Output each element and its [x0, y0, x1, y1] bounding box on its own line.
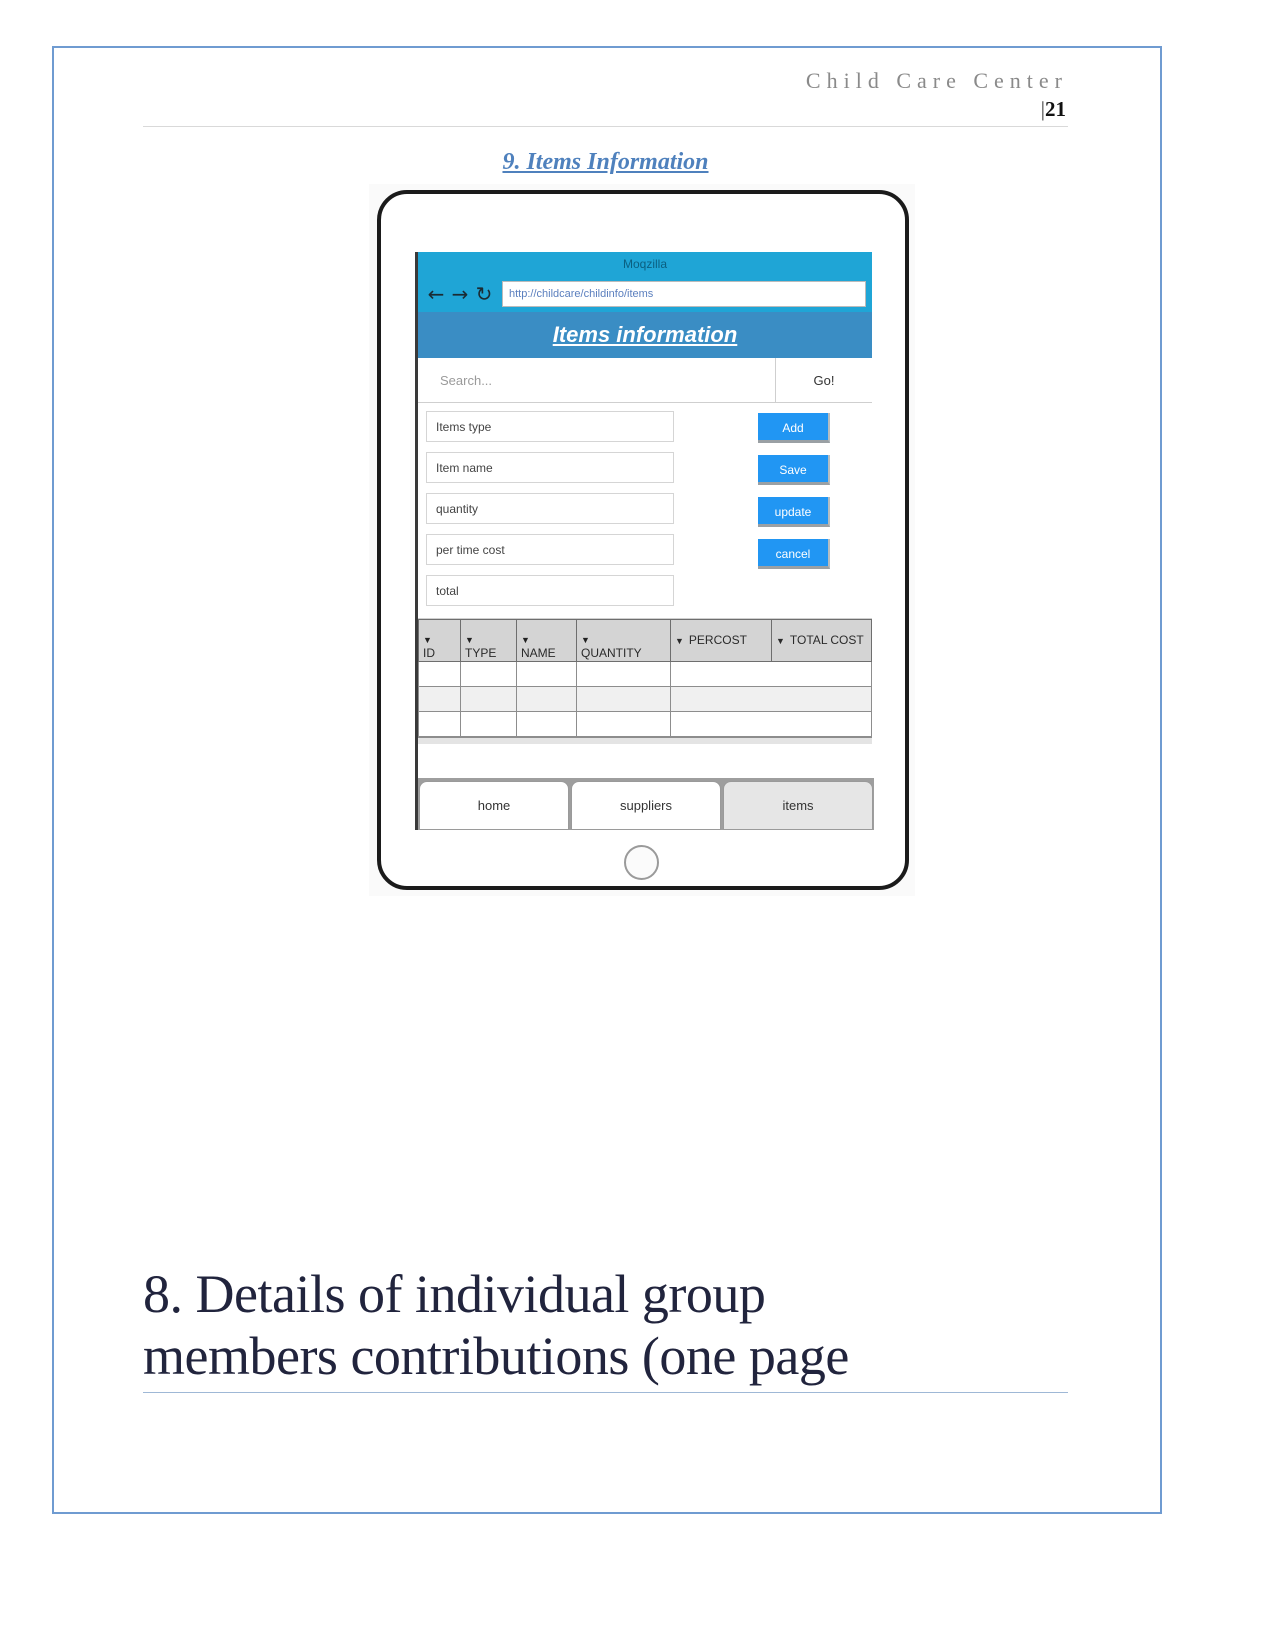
search-go-button[interactable]: Go!	[776, 358, 872, 402]
table-cell	[516, 661, 577, 687]
quantity-label: quantity	[436, 501, 479, 516]
document-header-title: Child Care Center	[805, 68, 1068, 93]
table-cell	[460, 686, 517, 712]
column-header-total-cost[interactable]: ▼ TOTAL COST	[771, 619, 872, 662]
item-name-field[interactable]: Item name	[426, 452, 674, 483]
page-number-value: 21	[1045, 97, 1066, 121]
column-label-total-cost: TOTAL COST	[789, 633, 864, 647]
table-header-row: ▼ ID ▼ TYPE ▼ NAME ▼ QUANTITY ▼ PERCOST …	[418, 619, 872, 662]
column-header-type[interactable]: ▼ TYPE	[460, 619, 517, 662]
item-form-buttons: Add Save update cancel	[758, 413, 836, 581]
tab-items[interactable]: items	[723, 781, 873, 830]
table-cell	[460, 661, 517, 687]
quantity-field[interactable]: quantity	[426, 493, 674, 524]
header-divider	[143, 126, 1068, 127]
table-cell	[670, 711, 872, 737]
browser-window: Moqzilla ← → ↻ http://childcare/childinf…	[415, 252, 872, 824]
section-heading: 8. Details of individual group members c…	[143, 1263, 1068, 1387]
table-cell	[576, 686, 671, 712]
column-header-id[interactable]: ▼ ID	[418, 619, 461, 662]
total-label: total	[436, 583, 459, 598]
column-label-quantity: QUANTITY	[581, 646, 642, 660]
sort-caret-icon[interactable]: ▼	[465, 634, 512, 646]
per-time-cost-label: per time cost	[436, 542, 505, 557]
section-heading-line-2: members contributions (one page	[143, 1326, 849, 1386]
table-row[interactable]	[418, 686, 872, 712]
add-button[interactable]: Add	[758, 413, 830, 443]
browser-navbar: ← → ↻ http://childcare/childinfo/items	[418, 276, 872, 312]
column-header-name[interactable]: ▼ NAME	[516, 619, 577, 662]
item-form: Items type Item name quantity per time c…	[418, 403, 872, 619]
item-form-fields: Items type Item name quantity per time c…	[426, 411, 674, 616]
url-text: http://childcare/childinfo/items	[509, 288, 654, 300]
items-table: ▼ ID ▼ TYPE ▼ NAME ▼ QUANTITY ▼ PERCOST …	[418, 619, 872, 737]
table-row[interactable]	[418, 661, 872, 687]
table-cell	[516, 686, 577, 712]
document-page-number: |21	[143, 96, 1068, 122]
save-button[interactable]: Save	[758, 455, 830, 485]
table-cell	[576, 711, 671, 737]
table-cell	[670, 661, 872, 687]
update-button[interactable]: update	[758, 497, 830, 527]
total-field[interactable]: total	[426, 575, 674, 606]
column-header-percost[interactable]: ▼ PERCOST	[670, 619, 772, 662]
items-table-body	[418, 661, 872, 737]
section-heading-line-1: 8. Details of individual group	[143, 1264, 766, 1324]
tablet-home-button[interactable]	[624, 845, 659, 880]
section-heading-divider	[143, 1392, 1068, 1393]
column-label-percost: PERCOST	[688, 633, 747, 647]
back-arrow-icon[interactable]: ←	[424, 284, 448, 304]
table-cell	[460, 711, 517, 737]
table-cell	[418, 661, 461, 687]
table-cell	[418, 686, 461, 712]
search-placeholder: Search...	[440, 372, 493, 388]
item-name-label: Item name	[436, 460, 493, 475]
sort-caret-icon[interactable]: ▼	[581, 634, 666, 646]
column-header-quantity[interactable]: ▼ QUANTITY	[576, 619, 671, 662]
tab-home[interactable]: home	[419, 781, 569, 830]
app-header: Items information	[418, 312, 872, 358]
bottom-tabbar: home suppliers items	[415, 778, 874, 830]
sort-caret-icon[interactable]: ▼	[521, 634, 572, 646]
browser-titlebar: Moqzilla	[418, 252, 872, 276]
sort-caret-icon[interactable]: ▼	[776, 636, 785, 646]
search-row: Search... Go!	[418, 358, 872, 403]
table-row[interactable]	[418, 711, 872, 737]
items-type-label: Items type	[436, 419, 492, 434]
search-input[interactable]: Search...	[418, 358, 776, 402]
tab-suppliers[interactable]: suppliers	[571, 781, 721, 830]
browser-window-title: Moqzilla	[622, 257, 667, 271]
table-cell	[576, 661, 671, 687]
url-address-bar[interactable]: http://childcare/childinfo/items	[502, 281, 866, 307]
reload-icon[interactable]: ↻	[472, 284, 496, 304]
figure-caption-text: 9. Items Information	[502, 149, 709, 175]
table-cell	[670, 686, 872, 712]
column-label-id: ID	[423, 646, 435, 660]
document-header: Child Care Center |21	[143, 66, 1068, 122]
column-label-type: TYPE	[465, 646, 497, 660]
app-title: Items information	[552, 322, 738, 347]
column-label-name: NAME	[521, 646, 556, 660]
per-time-cost-field[interactable]: per time cost	[426, 534, 674, 565]
forward-arrow-icon[interactable]: →	[448, 284, 472, 304]
sort-caret-icon[interactable]: ▼	[675, 636, 684, 646]
items-type-field[interactable]: Items type	[426, 411, 674, 442]
table-cell	[418, 711, 461, 737]
table-cell	[516, 711, 577, 737]
sort-caret-icon[interactable]: ▼	[423, 634, 456, 646]
table-footer-strip	[418, 737, 872, 744]
figure-caption: 9. Items Information	[143, 149, 1068, 176]
cancel-button[interactable]: cancel	[758, 539, 830, 569]
